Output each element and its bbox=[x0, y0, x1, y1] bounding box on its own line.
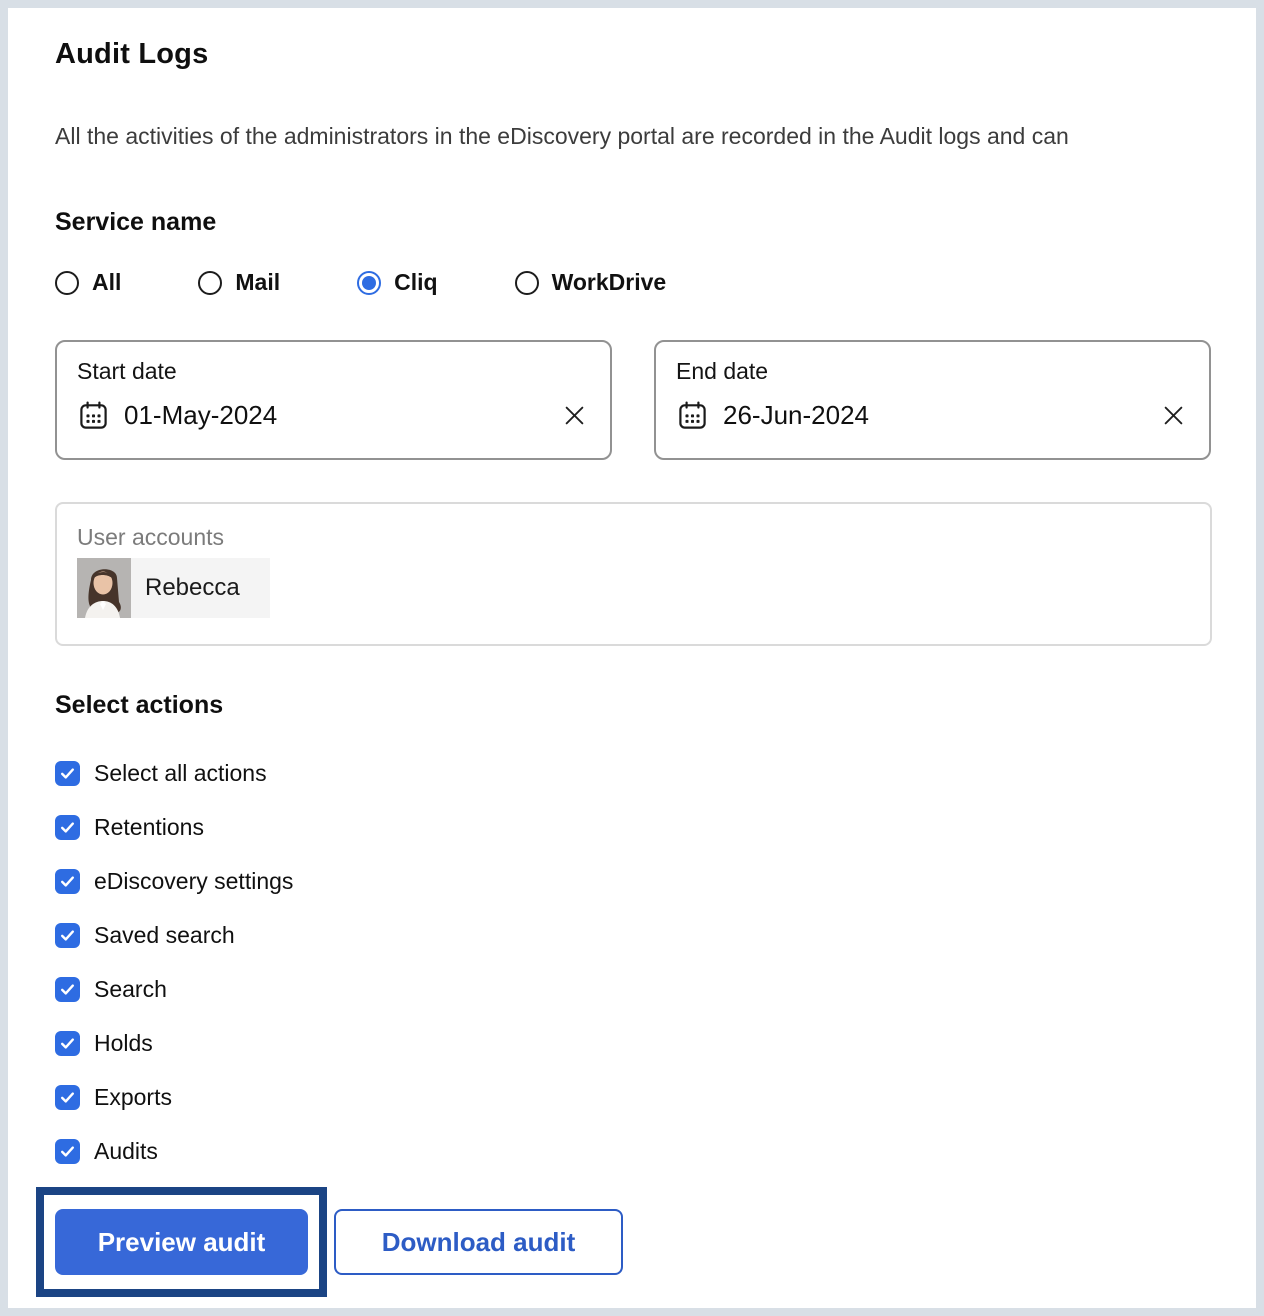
close-icon bbox=[1160, 402, 1187, 429]
checkbox-label: Saved search bbox=[94, 921, 235, 948]
radio-icon[interactable] bbox=[514, 270, 539, 295]
clear-start-date-button[interactable] bbox=[561, 402, 588, 429]
checkbox-checked[interactable] bbox=[55, 1030, 80, 1056]
check-icon bbox=[60, 1145, 75, 1157]
calendar-icon bbox=[77, 399, 110, 432]
radio-option-all[interactable]: All bbox=[55, 269, 121, 296]
page-title: Audit Logs bbox=[55, 38, 209, 70]
end-date-label: End date bbox=[676, 358, 769, 384]
close-icon bbox=[561, 402, 588, 429]
annotation-highlight-box: Preview audit bbox=[36, 1187, 327, 1297]
checkbox-checked[interactable] bbox=[55, 814, 80, 840]
radio-label: WorkDrive bbox=[551, 269, 667, 295]
start-date-label: Start date bbox=[77, 358, 177, 384]
audit-logs-page: Audit Logs All the activities of the adm… bbox=[0, 0, 1264, 1316]
checkbox-label: Holds bbox=[94, 1029, 153, 1056]
start-date-field[interactable]: Start date 01-May-2024 bbox=[55, 340, 612, 460]
actions-checklist: Select all actions Retentions eDiscovery… bbox=[55, 746, 1256, 1178]
checkbox-checked[interactable] bbox=[55, 760, 80, 786]
start-date-value: 01-May-2024 bbox=[124, 400, 278, 430]
radio-label: Mail bbox=[235, 269, 281, 295]
radio-label: All bbox=[92, 269, 122, 295]
service-radio-group: All Mail Cliq WorkDrive bbox=[55, 269, 1256, 296]
user-accounts-label: User accounts bbox=[77, 524, 225, 550]
end-date-value: 26-Jun-2024 bbox=[723, 400, 869, 430]
checkbox-checked[interactable] bbox=[55, 976, 80, 1002]
select-actions-heading: Select actions bbox=[55, 691, 224, 719]
checkbox-checked[interactable] bbox=[55, 922, 80, 948]
checkbox-checked[interactable] bbox=[55, 1138, 80, 1164]
check-icon bbox=[60, 767, 75, 779]
check-icon bbox=[60, 875, 75, 887]
calendar-icon bbox=[676, 399, 709, 432]
checkbox-row-search[interactable]: Search bbox=[55, 962, 1256, 1016]
checkbox-row-retentions[interactable]: Retentions bbox=[55, 800, 1256, 854]
checkbox-checked[interactable] bbox=[55, 868, 80, 894]
radio-option-cliq[interactable]: Cliq bbox=[357, 269, 438, 296]
radio-label: Cliq bbox=[394, 269, 438, 295]
checkbox-row-holds[interactable]: Holds bbox=[55, 1016, 1256, 1070]
checkbox-row-saved-search[interactable]: Saved search bbox=[55, 908, 1256, 962]
user-accounts-field[interactable]: User accounts Rebecca bbox=[55, 502, 1212, 646]
preview-audit-button[interactable]: Preview audit bbox=[55, 1209, 308, 1275]
radio-icon-selected[interactable] bbox=[357, 270, 382, 295]
date-range-row: Start date 01-May-2024 End date 26-Jun-2… bbox=[55, 340, 1256, 460]
radio-icon[interactable] bbox=[55, 270, 79, 295]
service-name-heading: Service name bbox=[55, 208, 217, 236]
radio-option-mail[interactable]: Mail bbox=[198, 269, 280, 296]
checkbox-row-exports[interactable]: Exports bbox=[55, 1070, 1256, 1124]
footer-button-row: Preview audit Download audit bbox=[36, 1187, 1256, 1297]
checkbox-row-ediscovery-settings[interactable]: eDiscovery settings bbox=[55, 854, 1256, 908]
checkbox-label: Select all actions bbox=[94, 759, 267, 786]
check-icon bbox=[60, 983, 75, 995]
checkbox-label: Audits bbox=[94, 1137, 158, 1164]
check-icon bbox=[60, 821, 75, 833]
checkbox-label: Search bbox=[94, 975, 167, 1002]
user-chip-name: Rebecca bbox=[145, 574, 240, 601]
checkbox-row-select-all-actions[interactable]: Select all actions bbox=[55, 746, 1256, 800]
page-description: All the activities of the administrators… bbox=[55, 123, 1069, 149]
checkbox-label: Retentions bbox=[94, 813, 204, 840]
check-icon bbox=[60, 1091, 75, 1103]
checkbox-label: Exports bbox=[94, 1083, 172, 1110]
check-icon bbox=[60, 1037, 75, 1049]
checkbox-checked[interactable] bbox=[55, 1084, 80, 1110]
user-chip[interactable]: Rebecca bbox=[77, 558, 270, 618]
radio-icon[interactable] bbox=[198, 270, 223, 295]
check-icon bbox=[60, 929, 75, 941]
end-date-field[interactable]: End date 26-Jun-2024 bbox=[654, 340, 1211, 460]
download-audit-button[interactable]: Download audit bbox=[334, 1209, 623, 1275]
checkbox-row-audits[interactable]: Audits bbox=[55, 1124, 1256, 1178]
radio-option-workdrive[interactable]: WorkDrive bbox=[514, 269, 667, 296]
clear-end-date-button[interactable] bbox=[1160, 402, 1187, 429]
avatar bbox=[77, 558, 131, 618]
checkbox-label: eDiscovery settings bbox=[94, 867, 294, 894]
